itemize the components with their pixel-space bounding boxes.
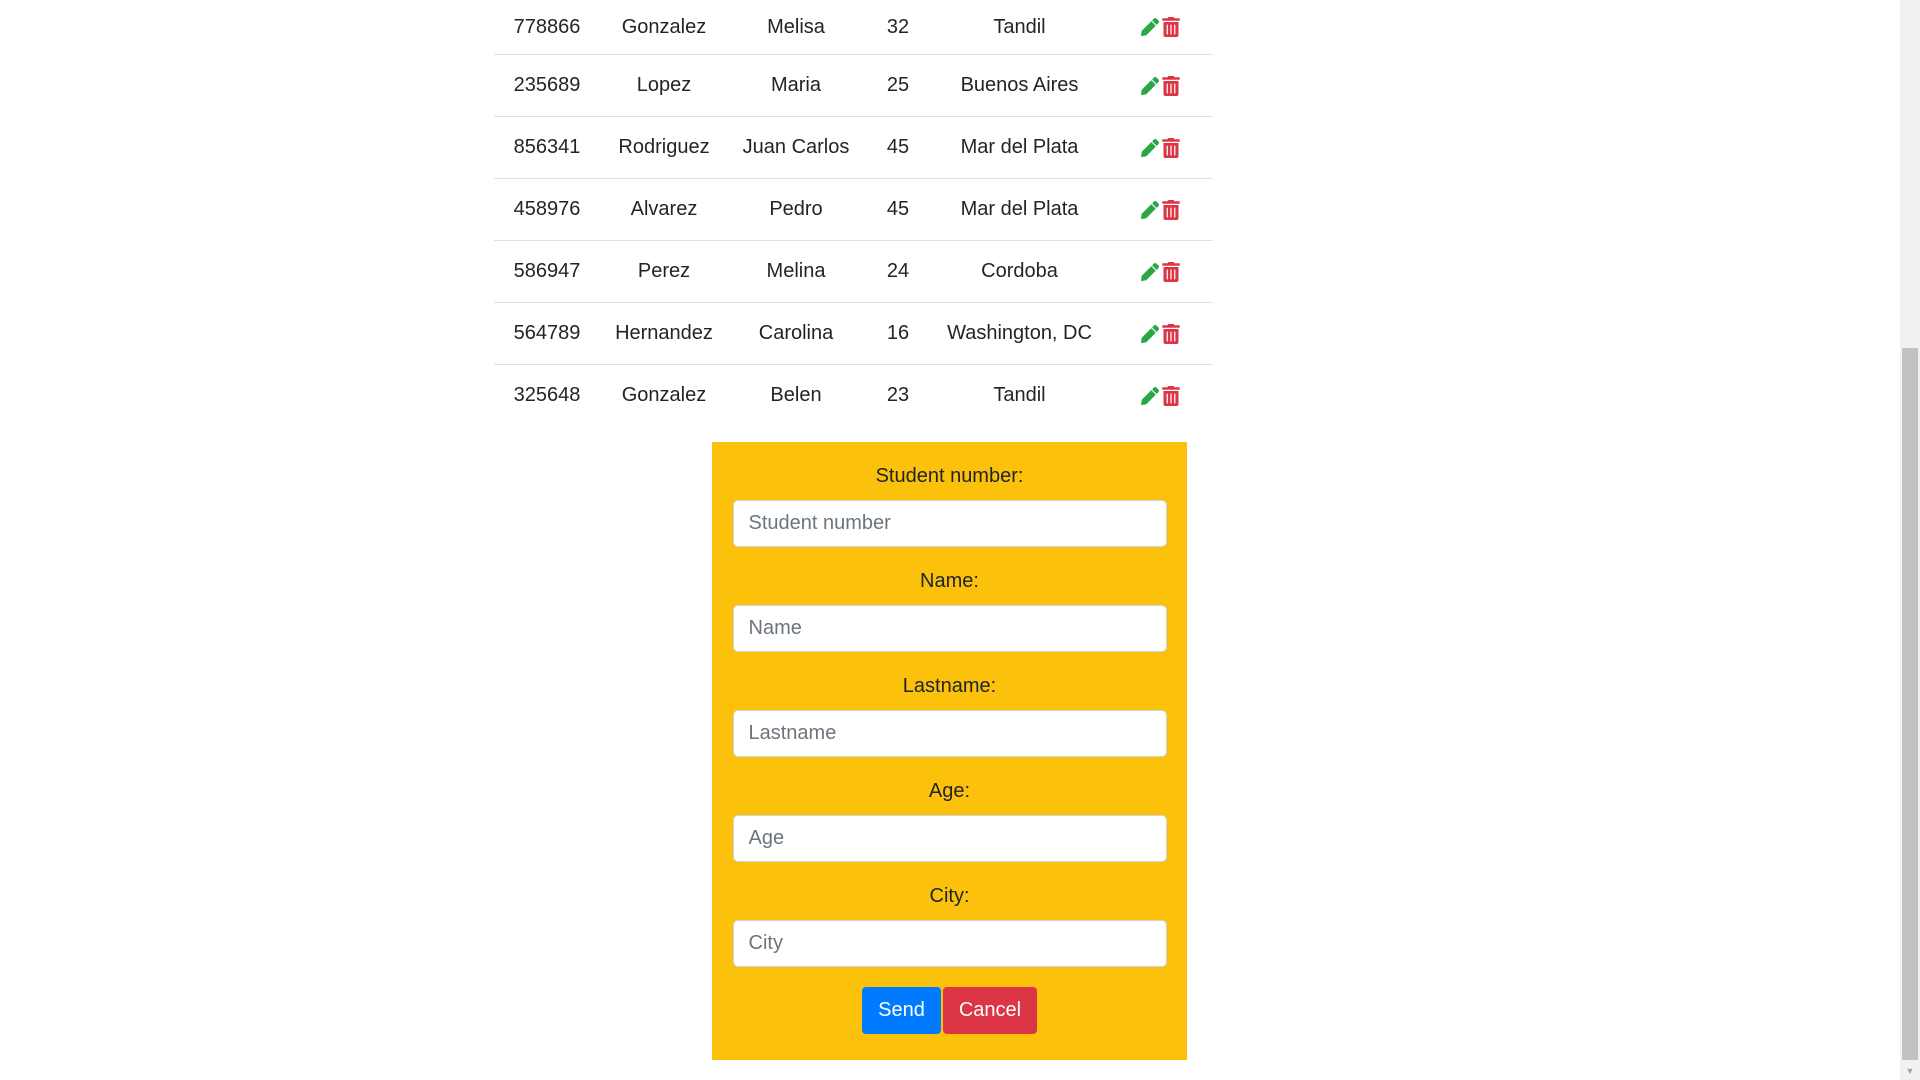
- city-cell: Washington, DC: [932, 302, 1107, 365]
- scroll-down-arrow-icon[interactable]: ▼: [1900, 1062, 1920, 1080]
- row-actions: [1140, 137, 1180, 158]
- pencil-icon[interactable]: [1140, 262, 1159, 282]
- lastname-input[interactable]: [732, 710, 1167, 757]
- pencil-icon[interactable]: [1140, 138, 1159, 158]
- lastname-group: Lastname:: [732, 674, 1167, 757]
- name-input[interactable]: [732, 605, 1167, 652]
- students-table: 778866 Gonzalez Melisa 32 Tandil 235689 Lopez M…: [494, 0, 1213, 426]
- actions-cell: [1107, 54, 1213, 117]
- name-cell: Melisa: [728, 0, 864, 55]
- actions-cell: [1107, 178, 1213, 241]
- row-actions: [1140, 199, 1180, 220]
- age-group: Age:: [732, 779, 1167, 862]
- row-actions: [1140, 17, 1180, 38]
- row-actions: [1140, 75, 1180, 96]
- student-form: Student number: Name: Lastname: Age: Cit…: [712, 442, 1187, 1060]
- student-number-label: Student number:: [875, 465, 1024, 487]
- trash-icon[interactable]: [1161, 17, 1180, 38]
- student-number-input[interactable]: [732, 500, 1167, 547]
- age-cell: 24: [864, 240, 932, 303]
- city-label: City:: [929, 885, 970, 907]
- student-number-cell: 235689: [494, 54, 600, 117]
- row-actions: [1140, 261, 1180, 282]
- form-buttons: Send Cancel: [712, 987, 1187, 1034]
- age-cell: 25: [864, 54, 932, 117]
- student-number-cell: 856341: [494, 116, 600, 179]
- student-number-group: Student number:: [732, 464, 1167, 547]
- lastname-cell: Alvarez: [600, 178, 728, 241]
- pencil-icon[interactable]: [1140, 386, 1159, 406]
- name-cell: Melina: [728, 240, 864, 303]
- student-number-cell: 458976: [494, 178, 600, 241]
- trash-icon[interactable]: [1161, 261, 1180, 282]
- name-cell: Maria: [728, 54, 864, 117]
- name-cell: Pedro: [728, 178, 864, 241]
- city-cell: Tandil: [932, 0, 1107, 55]
- actions-cell: [1107, 240, 1213, 303]
- table-row: 856341 Rodriguez Juan Carlos 45 Mar del Plat…: [494, 116, 1213, 179]
- age-cell: 16: [864, 302, 932, 365]
- name-group: Name:: [732, 569, 1167, 652]
- pencil-icon[interactable]: [1140, 324, 1159, 344]
- trash-icon[interactable]: [1161, 199, 1180, 220]
- name-label: Name:: [920, 570, 979, 592]
- actions-cell: [1107, 0, 1213, 55]
- page: 778866 Gonzalez Melisa 32 Tandil 235689 Lopez M…: [0, 0, 1900, 1080]
- actions-cell: [1107, 365, 1213, 427]
- row-actions: [1140, 385, 1180, 406]
- table-row: 778866 Gonzalez Melisa 32 Tandil: [494, 0, 1213, 55]
- send-button[interactable]: Send: [862, 987, 941, 1034]
- actions-cell: [1107, 116, 1213, 179]
- city-input[interactable]: [732, 920, 1167, 967]
- trash-icon[interactable]: [1161, 385, 1180, 406]
- age-cell: 32: [864, 0, 932, 55]
- city-cell: Mar del Plata: [932, 116, 1107, 179]
- age-cell: 23: [886, 384, 910, 406]
- student-number-cell: 586947: [494, 240, 600, 303]
- pencil-icon[interactable]: [1140, 17, 1159, 37]
- student-number-cell: 778866: [494, 0, 600, 55]
- table-row: 325648 Gonzalez Belen 23 Tandil: [494, 365, 1213, 427]
- city-cell: Tandil: [993, 384, 1046, 406]
- lastname-cell: Gonzalez: [621, 384, 707, 406]
- lastname-cell: Hernandez: [600, 302, 728, 365]
- actions-cell: [1107, 302, 1213, 365]
- lastname-cell: Perez: [600, 240, 728, 303]
- scroll-up-arrow[interactable]: [1900, 0, 1920, 18]
- lastname-cell: Rodriguez: [600, 116, 728, 179]
- city-cell: Mar del Plata: [932, 178, 1107, 241]
- name-cell: Belen: [770, 384, 822, 406]
- age-label: Age:: [928, 780, 971, 802]
- age-cell: 45: [864, 116, 932, 179]
- trash-icon[interactable]: [1161, 137, 1180, 158]
- row-actions: [1140, 323, 1180, 344]
- pencil-icon[interactable]: [1140, 200, 1159, 220]
- student-number-cell: 564789: [494, 302, 600, 365]
- name-cell: Juan Carlos: [728, 116, 864, 179]
- city-cell: Buenos Aires: [932, 54, 1107, 117]
- table-row: 586947 Perez Melina 24 Cordoba: [494, 240, 1213, 303]
- table-row: 458976 Alvarez Pedro 45 Mar del Plata: [494, 178, 1213, 241]
- city-group: City:: [732, 884, 1167, 967]
- table-row: 564789 Hernandez Carolina 16 Washington, DC: [494, 302, 1213, 365]
- city-cell: Cordoba: [932, 240, 1107, 303]
- age-cell: 45: [864, 178, 932, 241]
- lastname-cell: Lopez: [600, 54, 728, 117]
- name-cell: Carolina: [728, 302, 864, 365]
- lastname-cell: Gonzalez: [600, 0, 728, 55]
- trash-icon[interactable]: [1161, 323, 1180, 344]
- lastname-label: Lastname:: [902, 675, 997, 697]
- pencil-icon[interactable]: [1140, 76, 1159, 96]
- trash-icon[interactable]: [1161, 75, 1180, 96]
- cancel-button[interactable]: Cancel: [943, 987, 1037, 1034]
- student-number-cell: 325648: [513, 384, 581, 406]
- table-row: 235689 Lopez Maria 25 Buenos Aires: [494, 54, 1213, 117]
- scrollbar-thumb[interactable]: [1902, 348, 1918, 1060]
- age-input[interactable]: [732, 815, 1167, 862]
- vertical-scrollbar[interactable]: ▼: [1900, 0, 1920, 1080]
